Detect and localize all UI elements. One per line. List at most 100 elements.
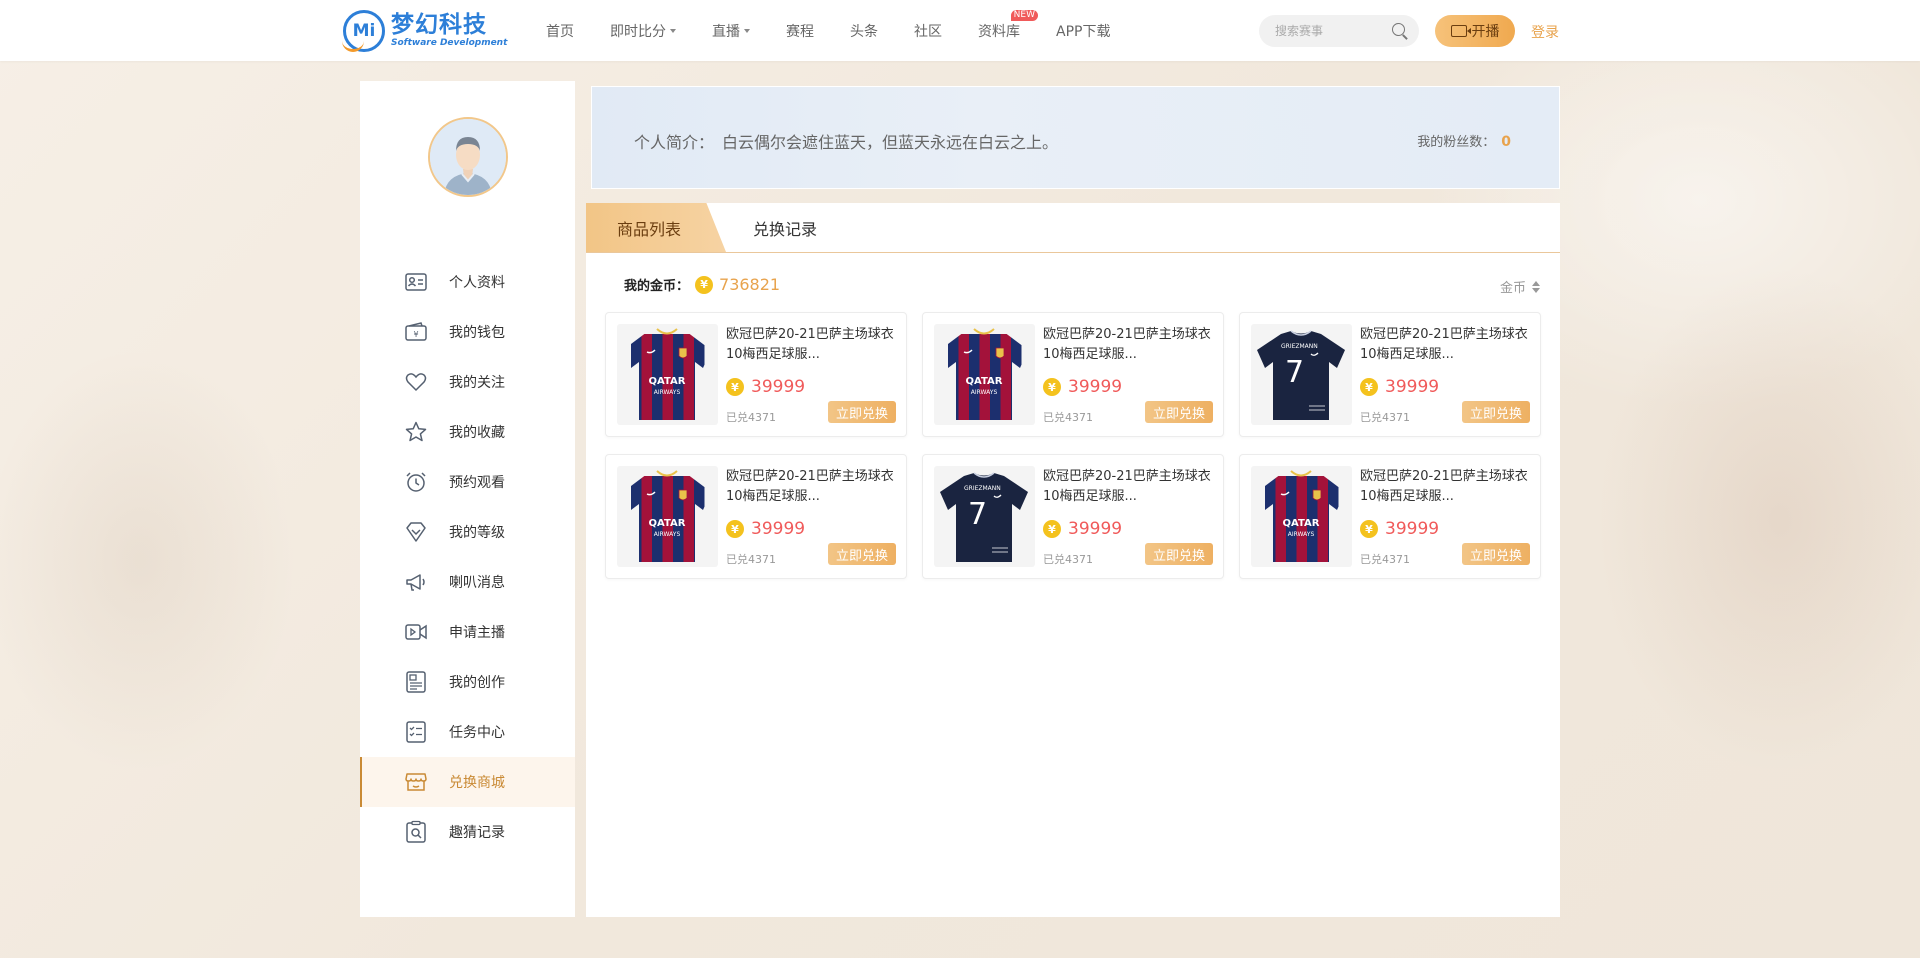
sidebar-item[interactable]: ¥ 我的钱包 — [360, 307, 575, 357]
sidebar-item[interactable]: 我的关注 — [360, 357, 575, 407]
sidebar-item-label: 兑换商城 — [449, 775, 505, 791]
coin-icon: ¥ — [695, 275, 714, 294]
tab-exchange-records[interactable]: 兑换记录 — [726, 203, 844, 252]
sidebar-item[interactable]: 我的创作 — [360, 657, 575, 707]
nav-item[interactable]: 资料库 NEW — [978, 9, 1038, 41]
product-card[interactable]: GRIEZMANN 7 欧冠巴萨20-21巴萨主场球衣10梅西足球服... ¥3999… — [1239, 312, 1541, 437]
nav-item[interactable]: 赛程 — [786, 21, 814, 41]
brand-name-en: Software Development — [391, 38, 508, 48]
product-title[interactable]: 欧冠巴萨20-21巴萨主场球衣10梅西足球服... — [1043, 325, 1215, 365]
sort-by-coins[interactable]: 金币 — [1500, 277, 1540, 296]
svg-text:AIRWAYS: AIRWAYS — [654, 389, 681, 396]
brand-name-cn: 梦幻科技 — [391, 12, 487, 38]
search-icon[interactable] — [1391, 22, 1409, 40]
product-image[interactable]: GRIEZMANN 7 — [934, 466, 1035, 567]
fans-count: 我的粉丝数： 0 — [1417, 131, 1511, 150]
caret-down-icon — [670, 28, 676, 33]
sidebar-item[interactable]: 任务中心 — [360, 707, 575, 757]
sidebar-item[interactable]: 趣猜记录 — [360, 807, 575, 857]
coins-label: 我的金币： — [624, 279, 690, 294]
video-icon — [404, 620, 428, 644]
coin-icon: ¥ — [1360, 378, 1378, 396]
redeem-button[interactable]: 立即兑换 — [1462, 543, 1530, 565]
product-title[interactable]: 欧冠巴萨20-21巴萨主场球衣10梅西足球服... — [726, 325, 898, 365]
product-title[interactable]: 欧冠巴萨20-21巴萨主场球衣10梅西足球服... — [1360, 325, 1532, 365]
product-price: ¥39999 — [726, 377, 805, 397]
go-live-button[interactable]: 开播 — [1435, 15, 1515, 47]
camera-icon — [1450, 25, 1471, 37]
login-link[interactable]: 登录 — [1531, 22, 1559, 42]
product-card[interactable]: QATAR AIRWAYS 欧冠巴萨20-21巴萨主场球衣10梅西足球服... ¥39… — [605, 312, 907, 437]
task-list-icon — [404, 720, 428, 744]
price-value: 39999 — [1068, 519, 1123, 539]
tab-product-list[interactable]: 商品列表 — [586, 203, 726, 252]
sort-arrows-icon — [1532, 280, 1540, 293]
sidebar-item[interactable]: 喇叭消息 — [360, 557, 575, 607]
sidebar-item-label: 我的关注 — [449, 375, 505, 391]
svg-text:QATAR: QATAR — [649, 518, 686, 529]
nav-item[interactable]: 即时比分 — [610, 21, 676, 41]
sidebar-item[interactable]: 兑换商城 — [360, 757, 575, 807]
svg-text:GRIEZMANN: GRIEZMANN — [1281, 343, 1318, 350]
logo-mark-icon: Mi — [342, 10, 385, 52]
product-card[interactable]: GRIEZMANN 7 欧冠巴萨20-21巴萨主场球衣10梅西足球服... ¥3999… — [922, 454, 1224, 579]
brand-logo[interactable]: Mi 梦幻科技 Software Development — [342, 10, 508, 52]
creation-icon — [404, 670, 428, 694]
profile-card-icon — [404, 270, 428, 294]
product-title[interactable]: 欧冠巴萨20-21巴萨主场球衣10梅西足球服... — [1043, 467, 1215, 507]
sidebar-item[interactable]: 我的等级 — [360, 507, 575, 557]
nav-item[interactable]: 首页 — [546, 21, 574, 41]
product-image[interactable]: QATAR AIRWAYS — [934, 324, 1035, 425]
search-input[interactable] — [1275, 24, 1385, 38]
nav-item[interactable]: 头条 — [850, 21, 878, 41]
intro-label: 个人简介： — [634, 133, 715, 152]
nav-item-label: 赛程 — [786, 23, 814, 40]
nav-item[interactable]: 社区 — [914, 21, 942, 41]
sidebar-item[interactable]: 预约观看 — [360, 457, 575, 507]
svg-text:GRIEZMANN: GRIEZMANN — [964, 485, 1001, 492]
svg-text:¥: ¥ — [413, 330, 418, 339]
new-badge: NEW — [1010, 9, 1038, 21]
sidebar-menu: 个人资料 ¥ 我的钱包我的关注我的收藏 预约观看 我的等级 喇叭消息 申请主播 我的创作 任务中… — [360, 257, 575, 857]
price-value: 39999 — [751, 519, 806, 539]
product-title[interactable]: 欧冠巴萨20-21巴萨主场球衣10梅西足球服... — [726, 467, 898, 507]
product-card[interactable]: QATAR AIRWAYS 欧冠巴萨20-21巴萨主场球衣10梅西足球服... ¥39… — [922, 312, 1224, 437]
product-image[interactable]: QATAR AIRWAYS — [617, 324, 718, 425]
sidebar-item[interactable]: 申请主播 — [360, 607, 575, 657]
nav-item[interactable]: 直播 — [712, 21, 750, 41]
product-card[interactable]: QATAR AIRWAYS 欧冠巴萨20-21巴萨主场球衣10梅西足球服... ¥39… — [605, 454, 907, 579]
search-box[interactable] — [1259, 15, 1419, 47]
sort-label: 金币 — [1499, 281, 1526, 296]
redeem-button[interactable]: 立即兑换 — [828, 401, 896, 423]
product-card[interactable]: QATAR AIRWAYS 欧冠巴萨20-21巴萨主场球衣10梅西足球服... ¥39… — [1239, 454, 1541, 579]
sidebar-item-label: 个人资料 — [449, 275, 505, 291]
fans-label: 我的粉丝数： — [1417, 135, 1496, 150]
nav-item-label: 社区 — [914, 23, 942, 40]
nav-item[interactable]: APP下载 — [1056, 21, 1110, 41]
product-title[interactable]: 欧冠巴萨20-21巴萨主场球衣10梅西足球服... — [1360, 467, 1532, 507]
redeem-button[interactable]: 立即兑换 — [828, 543, 896, 565]
product-image[interactable]: QATAR AIRWAYS — [617, 466, 718, 567]
price-value: 39999 — [1385, 377, 1440, 397]
sidebar-item[interactable]: 个人资料 — [360, 257, 575, 307]
product-price: ¥39999 — [726, 519, 805, 539]
shop-panel: 商品列表 兑换记录 我的金币： ¥ 736821 金币 QATAR AIRWAYS… — [586, 203, 1560, 917]
price-value: 39999 — [1385, 519, 1440, 539]
my-coins: 我的金币： ¥ 736821 — [624, 275, 780, 294]
nav-item-label: 即时比分 — [610, 23, 666, 40]
nav-item-label: 资料库 — [978, 23, 1020, 40]
sidebar-item-label: 趣猜记录 — [449, 825, 505, 841]
product-image[interactable]: GRIEZMANN 7 — [1251, 324, 1352, 425]
avatar[interactable] — [428, 117, 508, 197]
caret-down-icon — [744, 28, 750, 33]
nav-item-label: 首页 — [546, 23, 574, 40]
product-price: ¥39999 — [1043, 519, 1122, 539]
redeem-button[interactable]: 立即兑换 — [1145, 543, 1213, 565]
product-image[interactable]: QATAR AIRWAYS — [1251, 466, 1352, 567]
redeem-button[interactable]: 立即兑换 — [1145, 401, 1213, 423]
user-sidebar: 个人资料 ¥ 我的钱包我的关注我的收藏 预约观看 我的等级 喇叭消息 申请主播 我的创作 任务中… — [360, 81, 575, 917]
sidebar-item[interactable]: 我的收藏 — [360, 407, 575, 457]
svg-text:AIRWAYS: AIRWAYS — [654, 531, 681, 538]
sidebar-item-label: 我的钱包 — [449, 325, 505, 341]
redeem-button[interactable]: 立即兑换 — [1462, 401, 1530, 423]
